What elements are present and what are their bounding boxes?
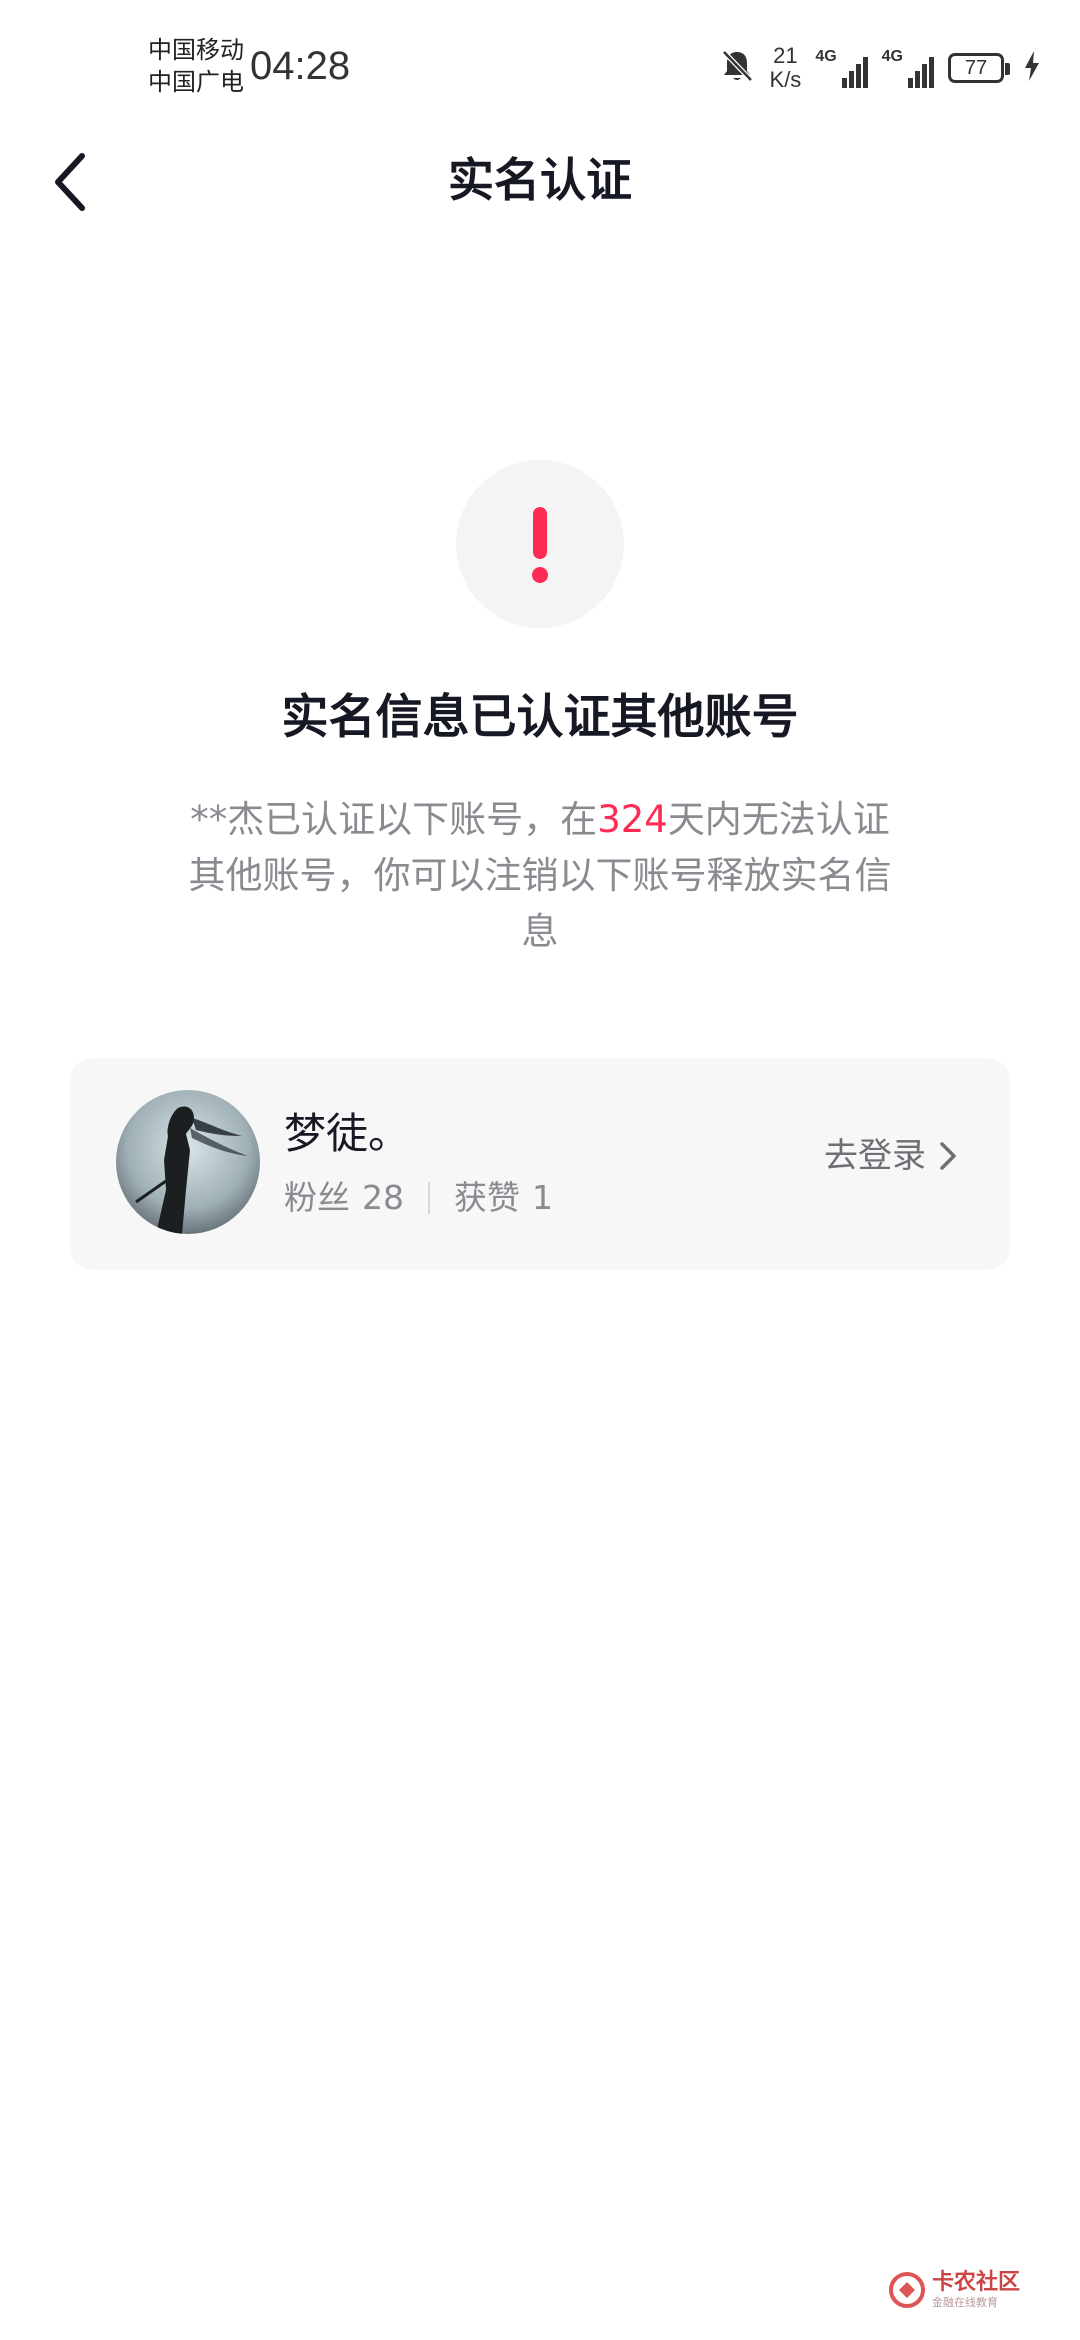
account-stats: 粉丝 28 获赞 1 [284,1178,553,1218]
avatar [116,1090,260,1234]
network-speed-unit: K/s [769,67,802,92]
watermark-subtitle: 金融在线教育 [931,2296,998,2309]
carrier-2: 中国广电 [148,68,244,96]
battery-icon: 77 [948,53,1010,83]
status-bar: 中国移动 中国广电 04:28 21 K/s 4G 4G 77 [0,0,1080,130]
likes-count: 1 [532,1178,553,1217]
nav-bar: 实名认证 [0,130,1080,230]
carrier-names: 中国移动 中国广电 [148,34,244,98]
followers-count: 28 [362,1178,404,1217]
bell-muted-icon [718,47,756,89]
watermark: 卡农社区 金融在线教育 [888,2270,1020,2310]
signal-icon: 4G [815,48,868,88]
sim1-type: 4G [815,48,837,65]
charging-icon [1024,51,1040,85]
page-title: 实名认证 [448,153,632,207]
battery-level: 77 [964,56,988,79]
page: 中国移动 中国广电 04:28 21 K/s 4G 4G 77 实名认证 实名信… [0,0,1080,2340]
description: **杰已认证以下账号，在324天内无法认证其他账号，你可以注销以下账号释放实名信… [180,792,900,960]
followers-label: 粉丝 [284,1178,350,1217]
clock: 04:28 [250,44,351,88]
watermark-title: 卡农社区 [931,2270,1020,2295]
exclamation-icon [532,507,548,583]
go-login-button[interactable]: 去登录 [824,1134,962,1178]
watermark-logo-icon [888,2272,925,2308]
days-highlight: 324 [597,798,668,841]
status-icons: 21 K/s 4G 4G 77 [718,40,1040,96]
signal-icon-sim2: 4G [882,48,934,88]
stats-divider [428,1182,430,1214]
description-prefix: **杰已认证以下账号，在 [190,798,598,841]
sim2-type: 4G [881,48,903,65]
account-name: 梦徒。 [284,1109,411,1158]
account-card[interactable]: 梦徒。 粉丝 28 获赞 1 去登录 [70,1058,1010,1270]
network-speed-value: 21 [773,43,798,68]
headline: 实名信息已认证其他账号 [281,690,799,745]
likes-label: 获赞 [454,1178,520,1217]
go-login-label: 去登录 [824,1136,926,1176]
network-speed: 21 K/s [770,44,802,92]
chevron-right-icon [940,1142,956,1170]
alert-badge [456,460,624,628]
carrier-1: 中国移动 [148,36,244,64]
